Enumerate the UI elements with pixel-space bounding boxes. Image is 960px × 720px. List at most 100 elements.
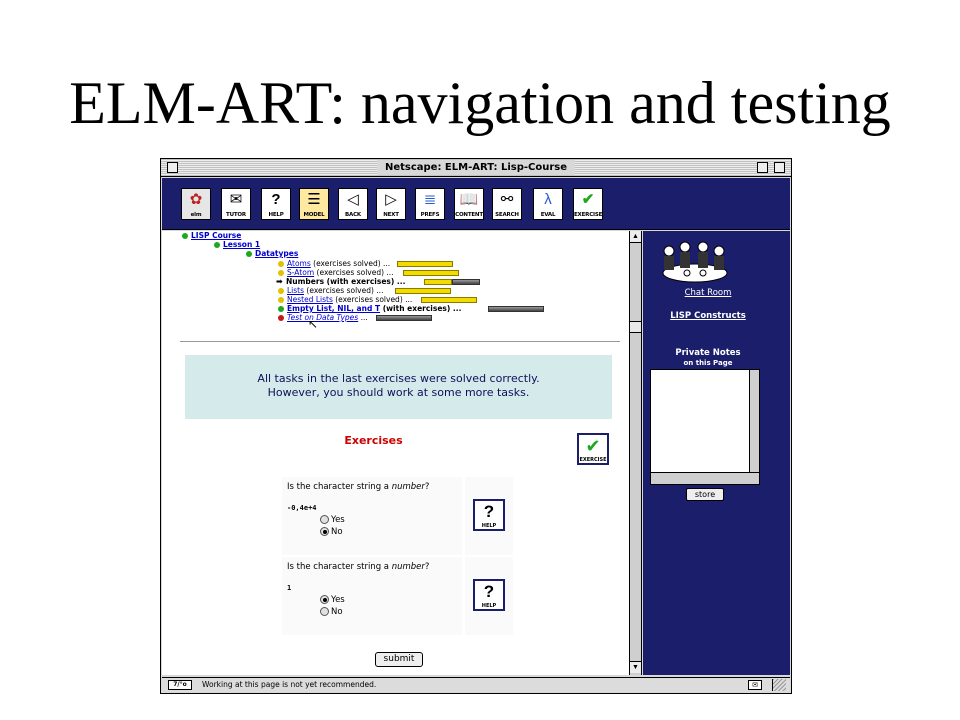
option-yes[interactable]: Yes bbox=[320, 595, 345, 606]
question-text: Is the character string a number? bbox=[287, 562, 429, 572]
chat-room-illustration bbox=[662, 241, 728, 283]
tree-item: Test on Data Types ... bbox=[278, 313, 368, 323]
status-dot-icon bbox=[278, 261, 284, 267]
course-link[interactable]: LISP Course bbox=[191, 231, 241, 240]
question-suffix: ? bbox=[424, 562, 430, 572]
course-tree: LISP Course Lesson 1 Datatypes Atoms (ex… bbox=[162, 231, 627, 341]
question-icon: ? bbox=[271, 191, 281, 208]
status-dot-icon bbox=[278, 306, 284, 312]
option-label: Yes bbox=[331, 595, 345, 605]
tree-item-note: ... bbox=[396, 277, 406, 286]
status-dot-icon bbox=[278, 297, 284, 303]
question-emph: number bbox=[391, 562, 425, 572]
status-dot-icon bbox=[182, 233, 188, 239]
toolbar-back[interactable]: ◁ BACK bbox=[338, 188, 368, 220]
progress-bar bbox=[376, 315, 432, 321]
notes-horizontal-scrollbar[interactable] bbox=[651, 472, 759, 484]
toolbar-label: elm bbox=[190, 212, 202, 218]
status-dot-icon bbox=[246, 251, 252, 257]
preferences-icon: ≣ bbox=[423, 191, 437, 208]
progress-bar bbox=[488, 306, 544, 312]
tree-item-link[interactable]: Lists bbox=[287, 286, 304, 295]
tree-item-link[interactable]: Atoms bbox=[287, 259, 311, 268]
toolbar-help[interactable]: ? HELP bbox=[261, 188, 291, 220]
scroll-down-icon[interactable]: ▼ bbox=[630, 661, 641, 673]
elm-toolbar: ✿ elm ✉ TUTOR ? HELP ☰ MODEL ◁ BACK ▷ NE… bbox=[162, 178, 790, 230]
toolbar-prefs[interactable]: ≣ PREFS bbox=[415, 188, 445, 220]
arrow-left-icon: ◁ bbox=[347, 191, 359, 208]
option-label: No bbox=[331, 607, 343, 617]
lesson-link[interactable]: Lesson 1 bbox=[223, 240, 260, 249]
progress-bar bbox=[421, 297, 477, 303]
store-button[interactable]: store bbox=[686, 488, 724, 501]
feedback-message: All tasks in the last exercises were sol… bbox=[185, 355, 612, 419]
message-line: However, you should work at some more ta… bbox=[267, 386, 530, 399]
content-scrollbar[interactable]: ▲ ▼ bbox=[629, 231, 642, 675]
status-dot-icon bbox=[278, 315, 284, 321]
radio-button[interactable] bbox=[320, 527, 329, 536]
security-key-icon: 7/°o bbox=[168, 680, 192, 690]
chat-room-link[interactable]: Chat Room bbox=[643, 288, 773, 298]
scroll-thumb[interactable] bbox=[630, 321, 641, 333]
lisp-constructs-link[interactable]: LISP Constructs bbox=[643, 311, 773, 321]
tree-item-note: (exercises solved) ... bbox=[335, 295, 413, 304]
window-title: Netscape: ELM-ART: Lisp-Course bbox=[376, 160, 576, 175]
help-button[interactable]: ? HELP bbox=[473, 499, 505, 531]
radio-button[interactable] bbox=[320, 595, 329, 604]
tree-item-link[interactable]: S-Atom bbox=[287, 268, 314, 277]
status-dot-icon bbox=[214, 242, 220, 248]
toolbar-label: EXERCISE bbox=[574, 212, 603, 218]
toolbar-label: MODEL bbox=[303, 212, 325, 218]
exercise-button[interactable]: ✔ EXERCISE bbox=[577, 433, 609, 465]
question-panel: Is the character string a number? 1 Yes … bbox=[282, 557, 462, 635]
tree-item-link[interactable]: Test on Data Types bbox=[287, 313, 358, 322]
toolbar-search[interactable]: ⚯ SEARCH bbox=[492, 188, 522, 220]
option-yes[interactable]: Yes bbox=[320, 515, 345, 526]
exercise-button-label: EXERCISE bbox=[579, 457, 607, 463]
submit-button[interactable]: submit bbox=[375, 652, 423, 667]
list-icon: ☰ bbox=[307, 191, 321, 208]
toolbar-label: PREFS bbox=[420, 212, 440, 218]
progress-bar bbox=[403, 270, 459, 276]
mail-icon[interactable]: ✉ bbox=[748, 680, 762, 690]
question-value: 1 bbox=[287, 584, 292, 592]
option-no[interactable]: No bbox=[320, 527, 343, 538]
scroll-up-icon[interactable]: ▲ bbox=[630, 231, 641, 243]
exercises-title: Exercises bbox=[344, 434, 403, 447]
toolbar-eval[interactable]: λ EVAL bbox=[533, 188, 563, 220]
section-link[interactable]: Datatypes bbox=[255, 249, 298, 258]
toolbar-exercise[interactable]: ✔ EXERCISE bbox=[573, 188, 603, 220]
mouse-cursor-icon: ↖ bbox=[308, 317, 319, 331]
progress-bar bbox=[424, 279, 452, 285]
browser-window: Netscape: ELM-ART: Lisp-Course ✿ elm ✉ T… bbox=[160, 158, 792, 694]
tree-item-link[interactable]: Nested Lists bbox=[287, 295, 333, 304]
binoculars-icon: ⚯ bbox=[500, 191, 514, 208]
toolbar-elm[interactable]: ✿ elm bbox=[181, 188, 211, 220]
close-box-icon[interactable] bbox=[167, 162, 178, 173]
tree-item-note: (exercises solved) ... bbox=[316, 268, 394, 277]
question-icon: ? bbox=[483, 582, 495, 601]
help-button[interactable]: ? HELP bbox=[473, 579, 505, 611]
toolbar-next[interactable]: ▷ NEXT bbox=[376, 188, 406, 220]
progress-bar-remaining bbox=[452, 279, 480, 285]
radio-button[interactable] bbox=[320, 515, 329, 524]
status-dot-icon bbox=[278, 288, 284, 294]
toolbar-model[interactable]: ☰ MODEL bbox=[299, 188, 329, 220]
toolbar-content[interactable]: 📖 CONTENT bbox=[454, 188, 484, 220]
checkmark-icon: ✔ bbox=[585, 436, 601, 456]
resize-grip-icon[interactable] bbox=[772, 679, 786, 691]
option-no[interactable]: No bbox=[320, 607, 343, 618]
toolbar-tutor[interactable]: ✉ TUTOR bbox=[221, 188, 251, 220]
private-notes-textarea[interactable] bbox=[650, 369, 760, 485]
tree-item-link[interactable]: Empty List, NIL, and T bbox=[287, 304, 380, 313]
tree-item-note: (exercises solved) ... bbox=[313, 259, 391, 268]
window-titlebar[interactable]: Netscape: ELM-ART: Lisp-Course bbox=[161, 159, 791, 177]
tree-item-link[interactable]: Numbers (with exercises) bbox=[286, 277, 394, 286]
toolbar-label: TUTOR bbox=[226, 212, 246, 218]
radio-button[interactable] bbox=[320, 607, 329, 616]
status-dot-icon bbox=[278, 270, 284, 276]
sidebar: Chat Room LISP Constructs Private Notes … bbox=[643, 231, 790, 675]
collapse-box-icon[interactable] bbox=[774, 162, 785, 173]
zoom-box-icon[interactable] bbox=[757, 162, 768, 173]
notes-vertical-scrollbar[interactable] bbox=[749, 370, 759, 473]
